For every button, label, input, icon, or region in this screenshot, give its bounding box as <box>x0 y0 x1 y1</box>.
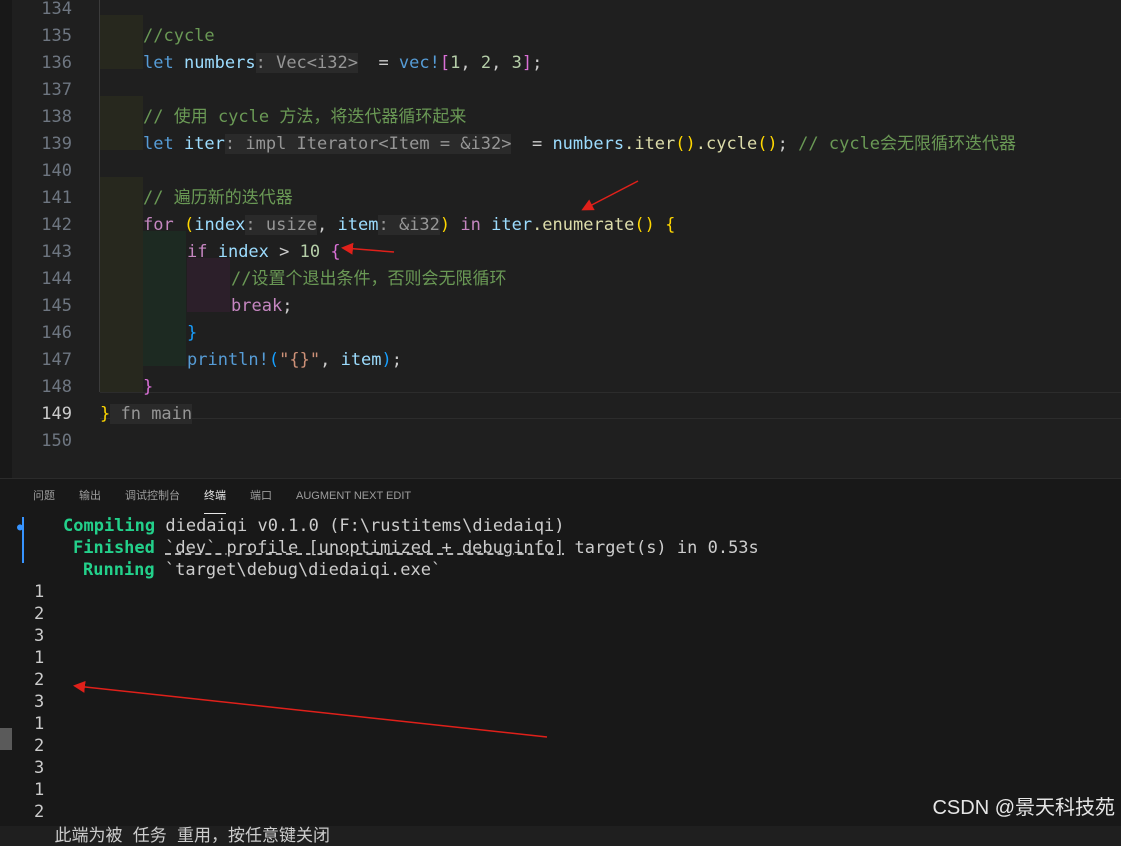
code-line[interactable]: 143 if index > 10 { <box>12 239 1121 266</box>
line-number[interactable]: 142 <box>12 212 72 239</box>
line-number[interactable]: 139 <box>12 131 72 158</box>
tab-terminal[interactable]: 终端 <box>204 479 226 514</box>
line-number[interactable]: 150 <box>12 428 72 455</box>
code-text: } fn main <box>100 404 193 424</box>
code-line[interactable]: 138 // 使用 cycle 方法，将迭代器循环起来 <box>12 104 1121 131</box>
code-text: println!("{}", item); <box>187 350 403 370</box>
code-text: //cycle <box>143 26 215 46</box>
line-number[interactable]: 144 <box>12 266 72 293</box>
line-number[interactable]: 141 <box>12 185 72 212</box>
terminal-output-line: 2 <box>34 736 45 756</box>
line-number[interactable]: 145 <box>12 293 72 320</box>
tab-output[interactable]: 输出 <box>79 479 101 513</box>
terminal[interactable]: ● Compiling diedaiqi v0.1.0 (F:\rustitem… <box>0 515 1121 827</box>
code-line[interactable]: 134 <box>12 0 1121 23</box>
code-line[interactable]: 140 <box>12 158 1121 185</box>
code-line[interactable]: 141 // 遍历新的迭代器 <box>12 185 1121 212</box>
terminal-bottom-text: 此端为被 任务 重用，按任意键关闭 <box>34 826 330 846</box>
terminal-output-line: 3 <box>34 692 45 712</box>
code-line[interactable]: 148} <box>12 374 1121 401</box>
terminal-output-line: 1 <box>34 648 45 668</box>
code-text: } <box>143 377 154 397</box>
line-number[interactable]: 134 <box>12 0 72 23</box>
line-number[interactable]: 143 <box>12 239 72 266</box>
terminal-scroll-marker[interactable] <box>0 728 12 750</box>
line-number[interactable]: 148 <box>12 374 72 401</box>
code-line[interactable]: 149 } fn main <box>12 401 1121 428</box>
line-number[interactable]: 149 <box>12 401 72 428</box>
tab-debug-console[interactable]: 调试控制台 <box>125 479 180 513</box>
watermark: CSDN @景天科技苑 <box>932 797 1115 819</box>
code-line[interactable]: 145 break; <box>12 293 1121 320</box>
code-line[interactable]: 136 let numbers: Vec<i32> = vec![1, 2, 3]… <box>12 50 1121 77</box>
tab-ports[interactable]: 端口 <box>250 479 272 513</box>
terminal-output-line: 2 <box>34 604 45 624</box>
terminal-output-line: 2 <box>34 670 45 690</box>
code-text: break; <box>231 296 293 316</box>
code-line[interactable]: 150 <box>12 428 1121 455</box>
tab-augment-next-edit[interactable]: AUGMENT NEXT EDIT <box>296 479 411 513</box>
code-line[interactable]: 135 //cycle <box>12 23 1121 50</box>
panel-tabs: 问题 输出 调试控制台 终端 端口 AUGMENT NEXT EDIT <box>0 479 1121 515</box>
code-text: //设置个退出条件，否则会无限循环 <box>231 269 507 289</box>
tab-problems[interactable]: 问题 <box>33 479 55 513</box>
code-text: let iter: impl Iterator<Item = &i32> = n… <box>143 134 1017 154</box>
terminal-output-line: 3 <box>34 626 45 646</box>
code-text: // 遍历新的迭代器 <box>143 188 293 208</box>
terminal-output-line: 2 <box>34 802 45 822</box>
terminal-output-line: 1 <box>34 714 45 734</box>
terminal-output-line: 1 <box>34 582 45 602</box>
line-number[interactable]: 138 <box>12 104 72 131</box>
terminal-line-compiling: Compiling diedaiqi v0.1.0 (F:\rustitems\… <box>63 516 565 536</box>
line-number[interactable]: 137 <box>12 77 72 104</box>
code-line[interactable]: 146} <box>12 320 1121 347</box>
code-line[interactable]: 147 println!("{}", item); <box>12 347 1121 374</box>
line-number[interactable]: 135 <box>12 23 72 50</box>
line-number[interactable]: 147 <box>12 347 72 374</box>
terminal-output-line: 3 <box>34 758 45 778</box>
code-text: let numbers: Vec<i32> = vec![1, 2, 3]; <box>143 53 543 73</box>
line-number[interactable]: 140 <box>12 158 72 185</box>
code-text: } <box>187 323 198 343</box>
code-line[interactable]: 144 //设置个退出条件，否则会无限循环 <box>12 266 1121 293</box>
code-text: for (index: usize, item: &i32) in iter.e… <box>143 215 676 235</box>
code-editor[interactable]: 134 135 //cycle 136 let numbers: Vec<i32> = … <box>0 0 1121 478</box>
code-text: if index > 10 { <box>187 242 341 262</box>
code-line[interactable]: 137 <box>12 77 1121 104</box>
bottom-panel: 问题 输出 调试控制台 终端 端口 AUGMENT NEXT EDIT ● Co… <box>0 478 1121 846</box>
command-status-dot-icon[interactable]: ● <box>17 522 23 533</box>
terminal-output-line: 1 <box>34 780 45 800</box>
line-number[interactable]: 136 <box>12 50 72 77</box>
code-text: // 使用 cycle 方法，将迭代器循环起来 <box>143 107 467 127</box>
code-line[interactable]: 142 for (index: usize, item: &i32) in ite… <box>12 212 1121 239</box>
code-line[interactable]: 139 let iter: impl Iterator<Item = &i32> … <box>12 131 1121 158</box>
terminal-line-finished: Finished `dev` profile [unoptimized + de… <box>73 538 759 558</box>
line-number[interactable]: 146 <box>12 320 72 347</box>
editor-gutter-edge <box>0 0 12 478</box>
terminal-line-running: Running `target\debug\diedaiqi.exe` <box>83 560 442 580</box>
